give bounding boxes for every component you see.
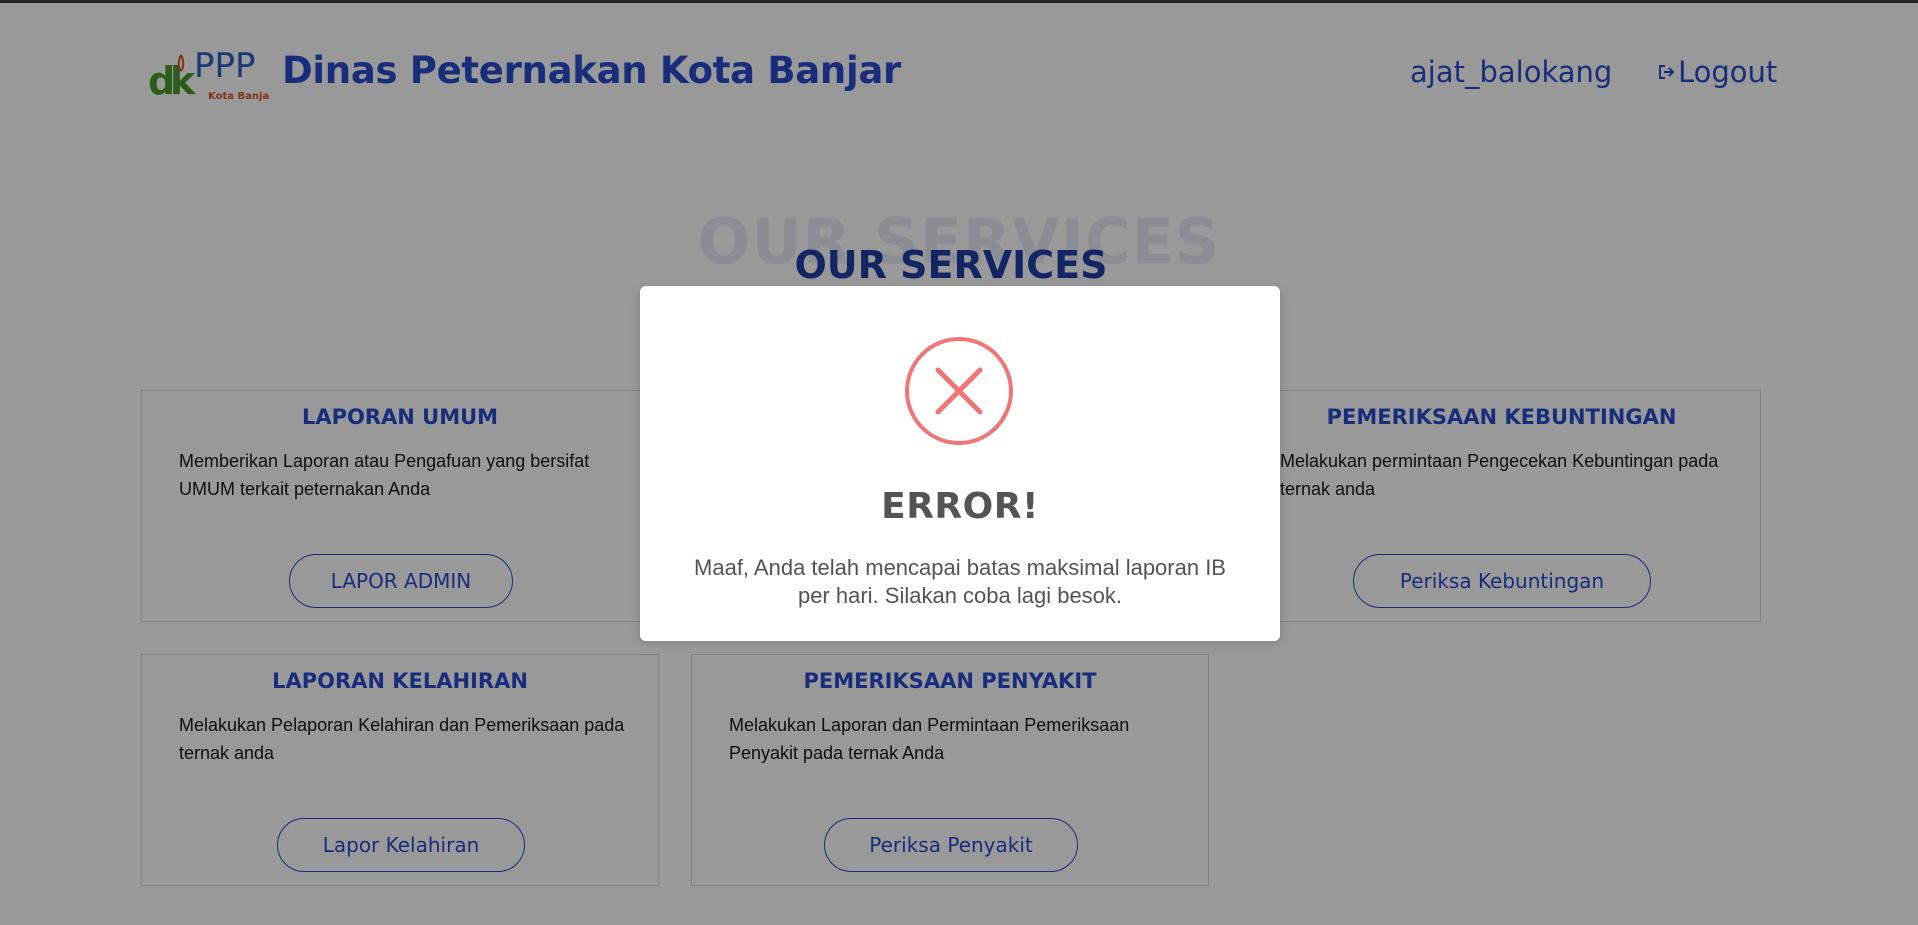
error-dialog: ERROR! Maaf, Anda telah mencapai batas m…	[640, 286, 1280, 641]
error-x-icon	[904, 336, 1014, 446]
error-title: ERROR!	[881, 486, 1039, 527]
error-message: Maaf, Anda telah mencapai batas maksimal…	[694, 555, 1226, 608]
